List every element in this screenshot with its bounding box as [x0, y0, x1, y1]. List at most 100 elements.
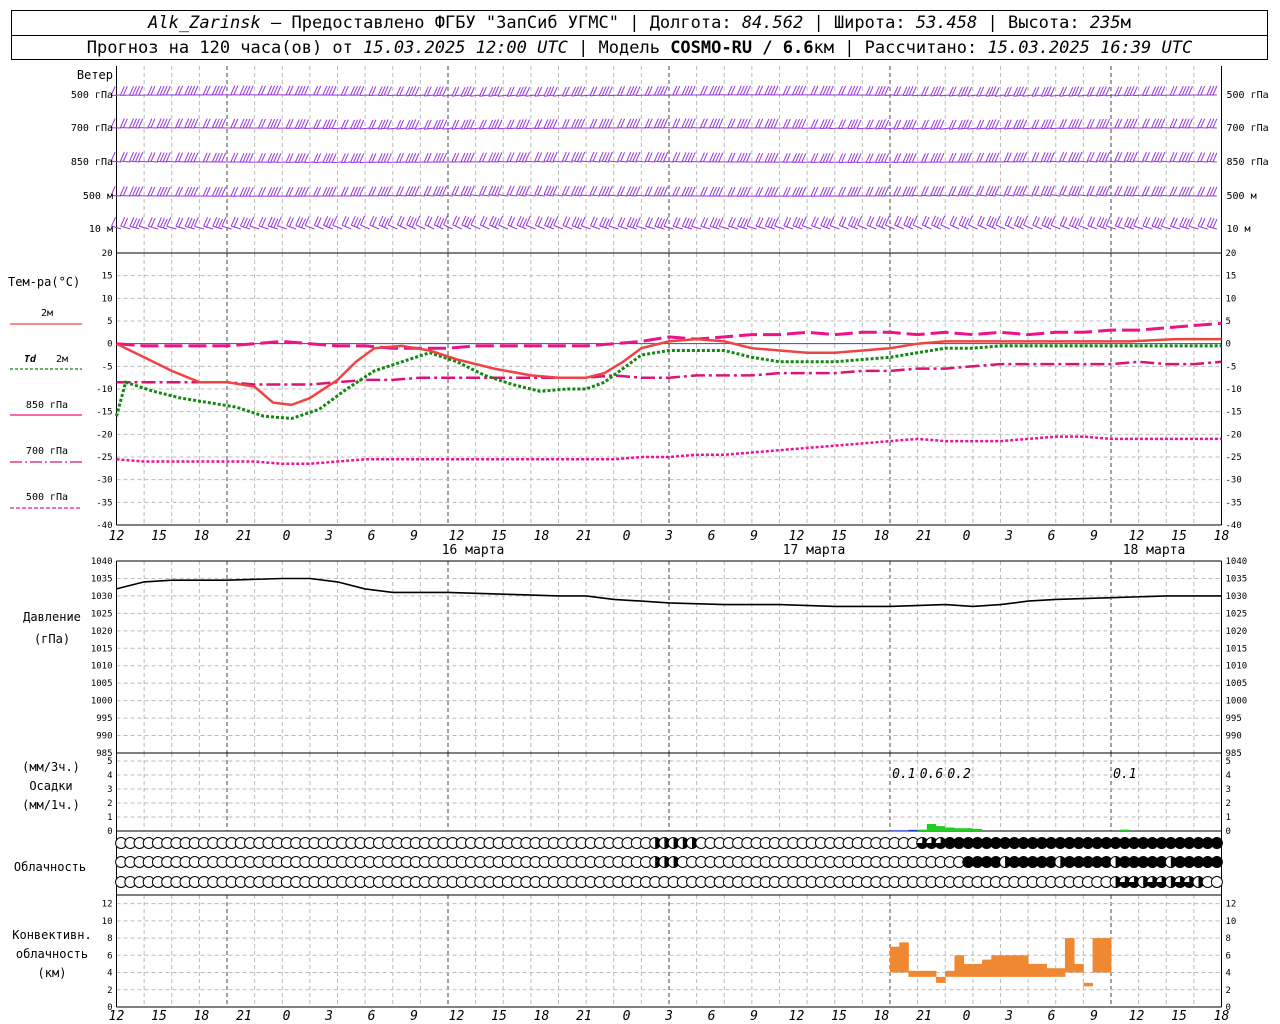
wind-barb — [1151, 94, 1162, 97]
wind-barb — [700, 225, 711, 230]
wind-barb — [359, 127, 370, 130]
meteogram-chart: 0.1 0.6 0.2 0.1 -40 -40-35 -35-30 -30-25 -25-20… — [8, 66, 1269, 1024]
wind-barb — [580, 194, 591, 197]
wind-barb — [442, 194, 453, 197]
temp-title: Тем-ра(°С) — [8, 275, 80, 289]
pressure-tick-label-left: 1040 — [91, 557, 113, 567]
wind-barb — [562, 225, 573, 230]
wind-barb — [240, 225, 251, 230]
wind-barb — [930, 127, 941, 130]
x-tick-label-bottom: 9 — [1090, 1009, 1098, 1024]
wind-barb — [1096, 94, 1107, 97]
wind-barb-flag — [497, 87, 503, 97]
convective-bar — [899, 942, 909, 973]
wind-barb-flag — [304, 153, 309, 163]
temp-tick-label-right: -25 — [1226, 453, 1242, 463]
x-tick-label-bottom: 6 — [368, 1009, 376, 1024]
wind-barb — [875, 161, 886, 164]
wind-barb — [322, 161, 333, 164]
x-tick-label-bottom: 21 — [916, 1009, 932, 1024]
wind-level-label-right: 700 гПа — [1227, 123, 1269, 134]
wind-barb — [553, 194, 564, 197]
wind-barb-flag — [1022, 119, 1028, 130]
wind-barb — [737, 225, 748, 230]
convective-bar — [1064, 938, 1075, 973]
wind-barb — [939, 94, 950, 97]
wind-barb — [682, 160, 693, 163]
wind-barb — [847, 127, 858, 130]
wind-barb-flag — [912, 215, 918, 226]
wind-barb — [1197, 225, 1208, 230]
wind-barbs — [110, 85, 1218, 230]
wind-barb — [949, 194, 960, 197]
wind-barb — [433, 194, 444, 197]
wind-barb — [848, 224, 858, 230]
wind-barb — [811, 225, 822, 230]
wind-barb — [820, 127, 831, 130]
wind-barb — [930, 94, 941, 97]
convective-bar — [890, 946, 900, 973]
wind-barb — [516, 127, 527, 130]
convective-tick-label-left: 12 — [102, 900, 113, 910]
wind-barb-flag — [994, 87, 1000, 97]
pressure-tick-label-left: 1010 — [91, 662, 113, 672]
pressure-tick-label-right: 1040 — [1226, 557, 1248, 567]
wind-barb — [1050, 127, 1061, 130]
wind-barb-flag — [442, 86, 448, 97]
wind-barb-flag — [331, 153, 337, 163]
wind-barb-flag — [525, 119, 530, 129]
wind-barb-flag — [469, 119, 475, 130]
wind-barb — [258, 225, 269, 230]
wind-barb-flag — [580, 86, 586, 97]
x-tick-label-mid: 15 — [491, 529, 507, 544]
x-tick-label-mid: 3 — [324, 529, 333, 544]
wind-barb — [608, 160, 619, 163]
cloud-symbols — [115, 837, 1223, 888]
wind-barb — [875, 127, 886, 130]
wind-barb — [433, 127, 444, 130]
wind-barb — [673, 225, 683, 230]
wind-barb-flag — [553, 216, 559, 226]
convective-tick-label-left: 8 — [107, 934, 112, 944]
wind-barb-flag — [828, 153, 834, 163]
wind-barb-flag — [1077, 86, 1083, 97]
wind-barb — [387, 127, 398, 130]
wind-barb — [534, 160, 545, 163]
wind-barb — [405, 127, 416, 130]
wind-barb — [728, 225, 739, 230]
wind-barb — [958, 94, 969, 97]
wind-barb-flag — [138, 217, 144, 227]
wind-barb — [350, 127, 361, 130]
wind-barb — [1068, 194, 1079, 197]
wind-barb-flag — [856, 153, 862, 163]
convective-tick-label-left: 6 — [107, 951, 112, 961]
wind-barb — [1114, 194, 1125, 197]
wind-barb — [1087, 194, 1098, 197]
wind-barb — [1151, 194, 1162, 197]
wind-barb-flag — [331, 119, 337, 130]
wind-barb — [939, 194, 950, 197]
pressure-tick-label-left: 1005 — [91, 679, 113, 689]
pressure-tick-label-right: 1020 — [1226, 627, 1248, 637]
temp-tick-label-right: 20 — [1226, 249, 1237, 259]
precip-tick-label-right: 5 — [1226, 757, 1231, 767]
precip-tick-label-left: 5 — [107, 757, 112, 767]
wind-barb-flag — [635, 216, 641, 227]
wind-barb-flag — [359, 119, 365, 130]
wind-barb — [1105, 160, 1116, 163]
wind-barb — [608, 94, 619, 97]
wind-barb — [765, 225, 776, 230]
wind-barb — [847, 161, 858, 164]
wind-barb — [424, 94, 435, 97]
x-tick-label-mid: 15 — [1171, 529, 1187, 544]
wind-barb — [516, 194, 527, 197]
x-tick-label-mid: 12 — [109, 529, 125, 544]
temp-tick-label-right: -15 — [1226, 408, 1242, 418]
pressure-tick-label-right: 1035 — [1226, 574, 1248, 584]
wind-barb-flag — [995, 215, 1001, 226]
precip-bar — [972, 828, 983, 831]
pressure-tick-label-left: 1025 — [91, 609, 113, 619]
legend-700-label: 700 гПа — [26, 446, 68, 457]
convective-tick-label-left: 4 — [107, 969, 112, 979]
wind-barb — [1022, 160, 1033, 163]
